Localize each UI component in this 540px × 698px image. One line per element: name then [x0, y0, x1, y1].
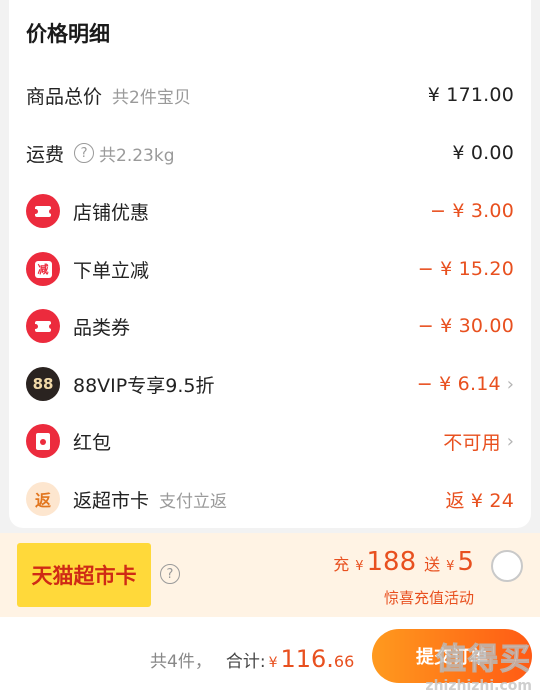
price-detail-card: 价格明细 商品总价 共2件宝贝 ¥ 171.00 运费 ? 共2.23kg ¥ …: [9, 0, 531, 528]
coupon-icon: [26, 309, 60, 343]
row-amount: − ¥ 6.14: [416, 373, 501, 395]
total-amount: 116.: [280, 645, 334, 673]
row-label: 商品总价: [26, 85, 103, 108]
row-sublabel: 共2件宝贝: [112, 87, 191, 108]
checkout-bar: 共4件， 合计: ¥ 116. 66 提交订单 值得买 zhizhizhi.co…: [0, 617, 540, 698]
row-red-envelope[interactable]: 红包 不可用 ›: [9, 421, 531, 461]
row-label: 店铺优惠: [73, 201, 150, 224]
watermark-logo: 值得买: [436, 642, 532, 678]
chevron-right-icon: ›: [506, 373, 514, 395]
item-count: 共4件，: [150, 652, 212, 672]
row-label: 品类券: [73, 316, 131, 339]
recharge-offer: 充 ¥ 188 送 ¥ 5: [333, 547, 474, 577]
recharge-amount: 188: [366, 547, 417, 577]
row-amount: 不可用: [443, 431, 501, 454]
watermark: 值得买 zhizhizhi.com: [425, 634, 532, 695]
row-amount: ¥ 171.00: [427, 84, 514, 106]
recharge-radio[interactable]: [491, 550, 523, 582]
row-store-discount: 店铺优惠 − ¥ 3.00: [9, 191, 531, 231]
watermark-url: zhizhizhi.com: [425, 678, 532, 694]
total-label: 合计:: [225, 652, 266, 672]
red-envelope-icon: [26, 424, 60, 458]
row-instant-discount: 减 下单立减 − ¥ 15.20: [9, 249, 531, 289]
gift-amount: 5: [457, 547, 474, 577]
supermarket-card-promo: 天猫超市卡 ? 充 ¥ 188 送 ¥ 5 惊喜充值活动: [0, 533, 540, 617]
supermarket-card-badge: 天猫超市卡: [17, 543, 151, 607]
row-label: 返超市卡: [73, 489, 150, 512]
row-amount: ¥ 0.00: [452, 142, 514, 164]
price-detail-title: 价格明细: [26, 22, 110, 46]
row-amount: − ¥ 15.20: [417, 258, 514, 280]
vip-88-icon: 88: [26, 367, 60, 401]
row-label: 运费: [26, 143, 65, 166]
row-amount: − ¥ 30.00: [417, 315, 514, 337]
row-label: 88VIP专享9.5折: [73, 374, 215, 397]
coupon-icon: [26, 194, 60, 228]
instant-discount-icon: 减: [26, 252, 60, 286]
help-icon[interactable]: ?: [160, 564, 180, 584]
row-shipping: 运费 ? 共2.23kg ¥ 0.00: [9, 133, 531, 173]
row-sublabel: 共2.23kg: [99, 145, 175, 166]
row-amount: 返 ¥ 24: [445, 489, 514, 512]
row-amount: − ¥ 3.00: [430, 200, 514, 222]
row-goods-total: 商品总价 共2件宝贝 ¥ 171.00: [9, 75, 531, 115]
row-88vip[interactable]: 88 88VIP专享9.5折 − ¥ 6.14 ›: [9, 364, 531, 404]
row-category-coupon: 品类券 − ¥ 30.00: [9, 306, 531, 346]
row-sublabel: 支付立返: [159, 491, 228, 512]
chevron-right-icon: ›: [506, 430, 514, 452]
activity-text: 惊喜充值活动: [383, 589, 474, 607]
row-supermarket-card-rebate: 返 返超市卡 支付立返 返 ¥ 24: [9, 479, 531, 519]
row-label: 红包: [73, 431, 112, 454]
help-icon[interactable]: ?: [74, 143, 95, 163]
row-label: 下单立减: [73, 259, 150, 282]
rebate-icon: 返: [26, 482, 60, 516]
order-total: 共4件， 合计: ¥ 116. 66: [150, 645, 355, 673]
